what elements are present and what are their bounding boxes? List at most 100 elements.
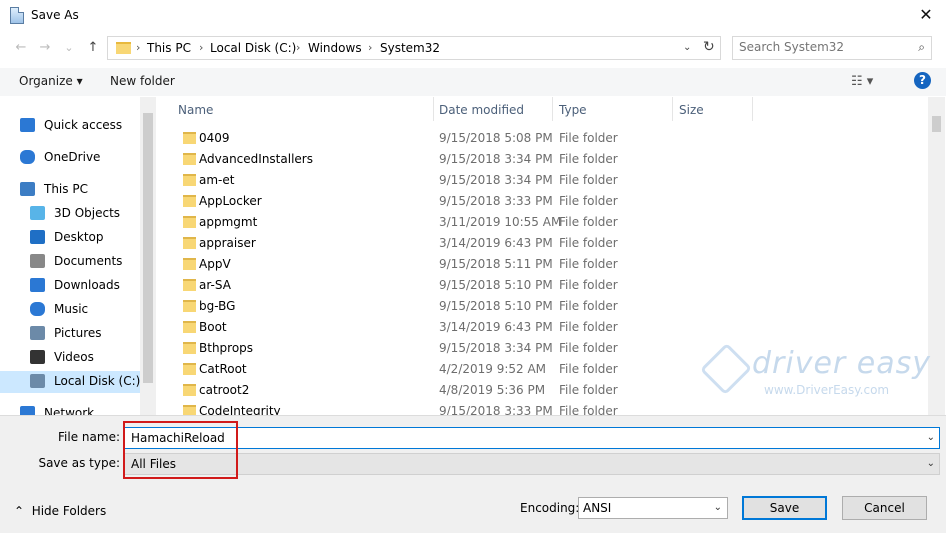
file-row[interactable]: CodeIntegrity 9/15/2018 3:33 PM File folde… [175, 401, 925, 415]
folder-icon [183, 279, 196, 291]
nav-item-videos[interactable]: Videos [0, 347, 140, 369]
file-date-cell: 3/11/2019 10:55 AM [439, 215, 562, 229]
search-box[interactable]: ⌕ [732, 36, 932, 60]
breadcrumb-separator: › [136, 41, 141, 54]
breadcrumb-system32[interactable]: System32 [380, 41, 440, 55]
hide-folders-button[interactable]: ⌃ Hide Folders [14, 504, 106, 518]
nav-item-this-pc[interactable]: This PC [0, 179, 140, 201]
title-bar: Save As ✕ [0, 0, 946, 32]
chevron-down-icon[interactable]: ⌄ [927, 458, 935, 469]
file-row[interactable]: bg-BG 9/15/2018 5:10 PM File folder [175, 296, 925, 317]
file-name-field[interactable]: ⌄ [124, 427, 940, 449]
refresh-icon[interactable]: ↻ [703, 39, 715, 55]
column-divider[interactable] [752, 97, 753, 121]
chevron-down-icon[interactable]: ⌄ [683, 42, 691, 53]
nav-scroll-thumb[interactable] [143, 113, 153, 383]
organize-menu-button[interactable]: Organize ▾ [19, 74, 83, 88]
column-divider[interactable] [433, 97, 434, 121]
close-button[interactable]: ✕ [912, 4, 940, 28]
recent-locations-icon[interactable]: ⌄ [60, 39, 78, 57]
window-title: Save As [31, 8, 79, 22]
nav-item-label: Local Disk (C:) [54, 374, 141, 388]
file-name-cell: 0409 [199, 131, 230, 145]
nav-item-documents[interactable]: Documents [0, 251, 140, 273]
column-header-date[interactable]: Date modified [439, 103, 524, 117]
sort-ascending-icon: ^ [299, 97, 307, 104]
view-options-icon[interactable]: ☷ ▾ [851, 74, 873, 89]
encoding-select[interactable]: ANSI ⌄ [578, 497, 728, 519]
file-date-cell: 9/15/2018 5:10 PM [439, 299, 553, 313]
chevron-down-icon[interactable]: ⌄ [714, 502, 722, 513]
nav-item-downloads[interactable]: Downloads [0, 275, 140, 297]
file-row[interactable]: AppLocker 9/15/2018 3:33 PM File folder [175, 191, 925, 212]
folder-icon [183, 321, 196, 333]
nav-item-local-disk-c[interactable]: Local Disk (C:) [0, 371, 140, 393]
file-row[interactable]: Boot 3/14/2019 6:43 PM File folder [175, 317, 925, 338]
save-type-select[interactable]: All Files ⌄ [124, 453, 940, 475]
nav-item-quick-access[interactable]: Quick access [0, 115, 140, 137]
notepad-icon [10, 7, 24, 24]
file-list-scroll-thumb[interactable] [932, 116, 941, 132]
cancel-button[interactable]: Cancel [842, 496, 927, 520]
file-name-cell: Bthprops [199, 341, 254, 355]
file-name-cell: appraiser [199, 236, 256, 250]
column-header-name[interactable]: Name [178, 103, 213, 117]
nav-item-onedrive[interactable]: OneDrive [0, 147, 140, 169]
address-bar[interactable]: › This PC › Local Disk (C:) › Windows › … [107, 36, 721, 60]
folder-icon [183, 132, 196, 144]
folder-icon [183, 237, 196, 249]
up-arrow-icon[interactable]: ↑ [84, 39, 102, 57]
file-row[interactable]: 0409 9/15/2018 5:08 PM File folder [175, 128, 925, 149]
file-name-cell: AppLocker [199, 194, 262, 208]
nav-item-pictures[interactable]: Pictures [0, 323, 140, 345]
nav-item-label: Documents [54, 254, 123, 268]
nav-item-label: Desktop [54, 230, 104, 244]
nav-item-label: Music [54, 302, 89, 316]
save-type-label: Save as type: [38, 456, 120, 470]
back-arrow-icon[interactable]: ← [12, 39, 30, 57]
nav-item-label: Pictures [54, 326, 102, 340]
column-divider[interactable] [672, 97, 673, 121]
breadcrumb-separator: › [368, 41, 373, 54]
search-icon[interactable]: ⌕ [918, 40, 925, 55]
new-folder-button[interactable]: New folder [110, 74, 175, 88]
desktop-icon [30, 230, 45, 244]
nav-item-network[interactable]: Network [0, 403, 140, 415]
column-header-size[interactable]: Size [679, 103, 704, 117]
drive-icon [30, 374, 45, 388]
folder-icon [183, 384, 196, 396]
breadcrumb-windows[interactable]: Windows [308, 41, 362, 55]
file-name-input[interactable] [131, 431, 911, 445]
file-type-cell: File folder [559, 194, 618, 208]
computer-icon [20, 182, 35, 196]
forward-arrow-icon[interactable]: → [36, 39, 54, 57]
folder-icon [183, 258, 196, 270]
file-row[interactable]: AdvancedInstallers 9/15/2018 3:34 PM File … [175, 149, 925, 170]
file-row[interactable]: appraiser 3/14/2019 6:43 PM File folder [175, 233, 925, 254]
file-date-cell: 9/15/2018 5:11 PM [439, 257, 553, 271]
nav-item-3d-objects[interactable]: 3D Objects [0, 203, 140, 225]
file-name-cell: ar-SA [199, 278, 231, 292]
file-row[interactable]: appmgmt 3/11/2019 10:55 AM File folder [175, 212, 925, 233]
chevron-down-icon[interactable]: ⌄ [927, 432, 935, 443]
breadcrumb-this-pc[interactable]: This PC [147, 41, 191, 55]
file-row[interactable]: ar-SA 9/15/2018 5:10 PM File folder [175, 275, 925, 296]
breadcrumb-local-disk[interactable]: Local Disk (C:) [210, 41, 296, 55]
file-name-cell: bg-BG [199, 299, 236, 313]
star-icon [20, 118, 35, 132]
nav-item-label: This PC [44, 182, 88, 196]
file-date-cell: 4/2/2019 9:52 AM [439, 362, 547, 376]
nav-item-music[interactable]: Music [0, 299, 140, 321]
help-icon[interactable]: ? [914, 72, 931, 89]
column-divider[interactable] [552, 97, 553, 121]
file-row[interactable]: am-et 9/15/2018 3:34 PM File folder [175, 170, 925, 191]
nav-item-label: Downloads [54, 278, 120, 292]
file-date-cell: 9/15/2018 3:33 PM [439, 404, 553, 415]
save-button[interactable]: Save [742, 496, 827, 520]
column-header-type[interactable]: Type [559, 103, 587, 117]
chevron-up-icon: ⌃ [14, 504, 25, 518]
search-input[interactable] [739, 40, 904, 54]
folder-icon [183, 342, 196, 354]
file-row[interactable]: AppV 9/15/2018 5:11 PM File folder [175, 254, 925, 275]
nav-item-desktop[interactable]: Desktop [0, 227, 140, 249]
